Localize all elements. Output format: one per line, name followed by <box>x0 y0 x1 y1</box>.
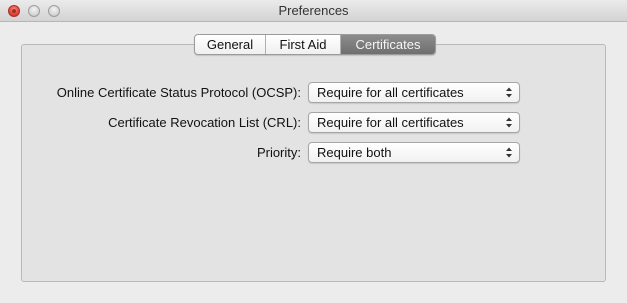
ocsp-label: Online Certificate Status Protocol (OCSP… <box>56 85 301 100</box>
ocsp-row: Online Certificate Status Protocol (OCSP… <box>0 82 627 104</box>
crl-popup-value: Require for all certificates <box>317 115 464 130</box>
tab-first-aid[interactable]: First Aid <box>266 35 341 54</box>
chevron-up-down-icon <box>506 117 512 128</box>
crl-row: Certificate Revocation List (CRL): Requi… <box>0 112 627 134</box>
tab-bar: General First Aid Certificates <box>194 34 436 55</box>
crl-label: Certificate Revocation List (CRL): <box>108 115 301 130</box>
priority-label: Priority: <box>256 145 301 160</box>
crl-popup[interactable]: Require for all certificates <box>308 112 520 133</box>
priority-row: Priority: Require both <box>0 142 627 164</box>
tab-general[interactable]: General <box>195 35 266 54</box>
ocsp-popup[interactable]: Require for all certificates <box>308 82 520 103</box>
preferences-window: Preferences General First Aid Certificat… <box>0 0 627 303</box>
tab-certificates[interactable]: Certificates <box>341 35 435 54</box>
chevron-up-down-icon <box>506 147 512 158</box>
title-bar: Preferences <box>0 0 627 22</box>
priority-popup-value: Require both <box>317 145 392 160</box>
chevron-up-down-icon <box>506 87 512 98</box>
priority-popup[interactable]: Require both <box>308 142 520 163</box>
window-title: Preferences <box>278 3 349 18</box>
ocsp-popup-value: Require for all certificates <box>317 85 464 100</box>
